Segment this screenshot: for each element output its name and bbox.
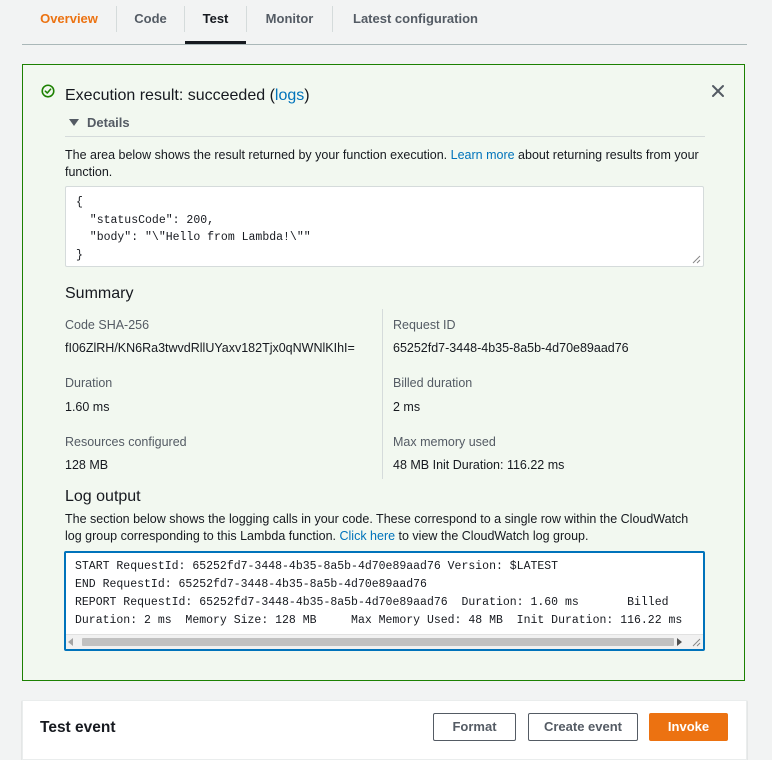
- resize-handle-icon[interactable]: [692, 255, 701, 264]
- format-button[interactable]: Format: [433, 713, 516, 741]
- tab-bar: Overview Code Test Monitor Latest config…: [22, 0, 747, 45]
- scrollbar-thumb[interactable]: [82, 638, 674, 646]
- test-event-title: Test event: [40, 719, 116, 736]
- log-description-text-end: to view the CloudWatch log group.: [395, 529, 589, 543]
- execution-result-panel: Execution result: succeeded (logs) Detai…: [22, 64, 745, 681]
- result-description-text: The area below shows the result returned…: [65, 148, 451, 162]
- close-icon[interactable]: [710, 83, 726, 99]
- max-memory-value: 48 MB Init Duration: 116.22 ms: [393, 458, 565, 472]
- log-output-text: START RequestId: 65252fd7-3448-4b35-8a5b…: [75, 560, 683, 627]
- tab-latest-configuration[interactable]: Latest configuration: [333, 0, 498, 44]
- function-output-box[interactable]: { "statusCode": 200, "body": "\"Hello fr…: [65, 186, 704, 267]
- scroll-left-arrow-icon[interactable]: [68, 638, 73, 646]
- code-sha-value: fI06ZlRH/KN6Ra3twvdRllUYaxv182Tjx0qNWNlK…: [65, 341, 355, 355]
- duration-label: Duration: [65, 376, 113, 390]
- test-event-header: Test event Format Create event Invoke: [22, 700, 747, 760]
- log-output-box[interactable]: START RequestId: 65252fd7-3448-4b35-8a5b…: [64, 551, 705, 651]
- horizontal-scrollbar[interactable]: [66, 634, 703, 649]
- success-check-icon: [41, 84, 55, 98]
- summary-divider: [382, 309, 383, 479]
- invoke-button[interactable]: Invoke: [649, 713, 728, 741]
- tab-overview[interactable]: Overview: [22, 0, 116, 44]
- cloudwatch-link[interactable]: Click here: [339, 529, 395, 543]
- request-id-value: 65252fd7-3448-4b35-8a5b-4d70e89aad76: [393, 341, 629, 355]
- details-label: Details: [87, 115, 130, 130]
- max-memory-label: Max memory used: [393, 435, 496, 449]
- billed-duration-value: 2 ms: [393, 400, 421, 414]
- details-divider: [65, 136, 705, 137]
- logs-link[interactable]: logs: [275, 87, 304, 104]
- request-id-label: Request ID: [393, 318, 456, 332]
- duration-value: 1.60 ms: [65, 400, 110, 414]
- tab-code[interactable]: Code: [117, 0, 184, 44]
- billed-duration-label: Billed duration: [393, 376, 473, 390]
- result-title-text: Execution result: succeeded (: [65, 87, 275, 104]
- execution-result-title: Execution result: succeeded (logs): [65, 87, 310, 105]
- log-output-description: The section below shows the logging call…: [65, 511, 705, 545]
- tab-test[interactable]: Test: [185, 0, 246, 44]
- result-title-suffix: ): [304, 87, 310, 104]
- result-description: The area below shows the result returned…: [65, 147, 715, 181]
- log-output-title: Log output: [65, 488, 141, 505]
- details-toggle[interactable]: Details: [69, 115, 130, 130]
- code-sha-label: Code SHA-256: [65, 318, 150, 332]
- resize-handle-icon[interactable]: [692, 638, 701, 647]
- learn-more-link[interactable]: Learn more: [451, 148, 515, 162]
- caret-down-icon: [69, 119, 79, 126]
- create-event-button[interactable]: Create event: [528, 713, 638, 741]
- tab-monitor[interactable]: Monitor: [247, 0, 332, 44]
- scroll-right-arrow-icon[interactable]: [677, 638, 682, 646]
- resources-configured-value: 128 MB: [65, 458, 109, 472]
- resources-configured-label: Resources configured: [65, 435, 187, 449]
- function-output-text: { "statusCode": 200, "body": "\"Hello fr…: [76, 196, 311, 262]
- summary-title: Summary: [65, 285, 134, 302]
